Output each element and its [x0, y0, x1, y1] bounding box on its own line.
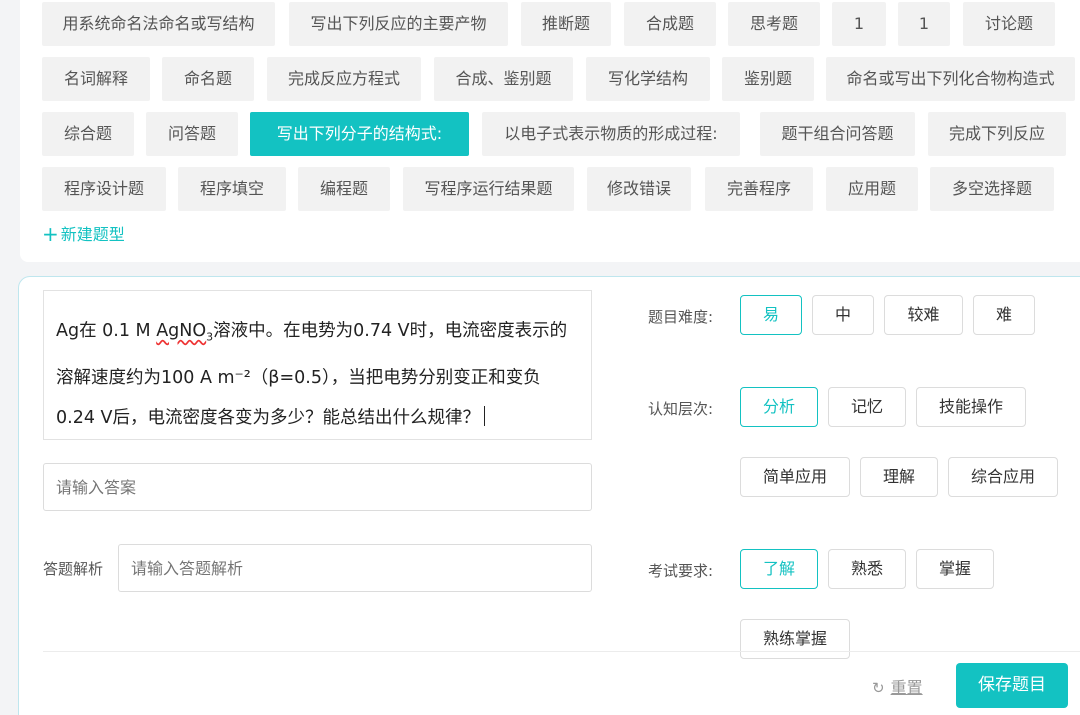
difficulty-option-medium[interactable]: 中	[812, 295, 874, 335]
type-tag[interactable]: 综合题	[42, 112, 134, 156]
type-tag[interactable]: 用系统命名法命名或写结构	[42, 2, 275, 46]
type-tag[interactable]: 编程题	[298, 167, 390, 211]
footer-divider	[43, 651, 1080, 652]
type-tag[interactable]: 问答题	[146, 112, 238, 156]
type-tag[interactable]: 多空选择题	[930, 167, 1054, 211]
type-tag[interactable]: 修改错误	[587, 167, 691, 211]
question-line: 溶解速度约为100 A m⁻²（β=0.5），当把电势分别变正和变负	[56, 367, 541, 388]
type-tag[interactable]: 程序填空	[178, 167, 286, 211]
difficulty-option-harder[interactable]: 较难	[884, 295, 963, 335]
cognitive-option-understand[interactable]: 理解	[860, 457, 938, 497]
type-tag[interactable]: 思考题	[728, 2, 820, 46]
type-tag[interactable]: 完善程序	[705, 167, 813, 211]
type-tag[interactable]: 合成、鉴别题	[434, 57, 573, 101]
save-question-button[interactable]: 保存题目	[956, 663, 1068, 708]
type-tag[interactable]: 写出下列反应的主要产物	[289, 2, 508, 46]
cognitive-option-skill[interactable]: 技能操作	[916, 387, 1026, 427]
type-tag[interactable]: 题干组合问答题	[760, 112, 915, 156]
difficulty-label: 题目难度:	[648, 308, 714, 326]
new-question-type-link[interactable]: + 新建题型	[42, 221, 125, 246]
type-tag[interactable]: 鉴别题	[722, 57, 814, 101]
cognitive-option-analysis[interactable]: 分析	[740, 387, 818, 427]
exam-option-know[interactable]: 了解	[740, 549, 818, 589]
text-cursor	[484, 405, 485, 426]
cognitive-option-memory[interactable]: 记忆	[828, 387, 906, 427]
question-editor[interactable]: Ag在 0.1 M AgNO3溶液中。在电势为0.74 V时，电流密度表示的 溶…	[43, 290, 592, 440]
type-tag[interactable]: 写化学结构	[586, 57, 710, 101]
type-tag[interactable]: 写程序运行结果题	[403, 167, 574, 211]
question-line: 0.24 V后，电流密度各变为多少？能总结出什么规律？	[56, 398, 581, 438]
type-tag-active[interactable]: 写出下列分子的结构式:	[250, 112, 469, 156]
type-tag[interactable]: 名词解释	[42, 57, 150, 101]
analysis-label: 答题解析	[43, 560, 104, 578]
plus-icon: +	[42, 222, 59, 246]
answer-input[interactable]	[43, 463, 592, 511]
type-tag[interactable]: 应用题	[826, 167, 918, 211]
spellcheck-word: AgNO	[156, 321, 207, 341]
type-tag[interactable]: 以电子式表示物质的形成过程:	[482, 112, 740, 156]
question-line: Ag在 0.1 M AgNO3溶液中。在电势为0.74 V时，电流密度表示的	[56, 321, 568, 344]
type-tag[interactable]: 完成下列反应	[928, 112, 1066, 156]
exam-option-master[interactable]: 掌握	[916, 549, 994, 589]
exam-label: 考试要求:	[648, 562, 714, 580]
type-tag[interactable]: 程序设计题	[42, 167, 166, 211]
type-tag[interactable]: 讨论题	[963, 2, 1055, 46]
type-tag[interactable]: 完成反应方程式	[267, 57, 421, 101]
type-tag[interactable]: 1	[898, 2, 950, 46]
type-tag[interactable]: 推断题	[521, 2, 611, 46]
difficulty-option-easy[interactable]: 易	[740, 295, 802, 335]
new-type-label: 新建题型	[60, 225, 125, 244]
difficulty-option-hard[interactable]: 难	[973, 295, 1035, 335]
type-tag[interactable]: 合成题	[624, 2, 716, 46]
cognitive-label: 认知层次:	[648, 400, 714, 418]
reset-button[interactable]: ↻ 重置	[872, 674, 923, 698]
cognitive-option-simple-apply[interactable]: 简单应用	[740, 457, 850, 497]
cognitive-option-comprehensive[interactable]: 综合应用	[948, 457, 1058, 497]
refresh-icon: ↻	[872, 679, 885, 697]
type-tag[interactable]: 命名或写出下列化合物构造式	[826, 57, 1075, 101]
reset-label: 重置	[890, 678, 923, 697]
analysis-input[interactable]	[118, 544, 592, 592]
exam-option-proficient[interactable]: 熟练掌握	[740, 619, 850, 659]
type-tag[interactable]: 1	[832, 2, 886, 46]
type-tag[interactable]: 命名题	[162, 57, 254, 101]
exam-option-familiar[interactable]: 熟悉	[828, 549, 906, 589]
